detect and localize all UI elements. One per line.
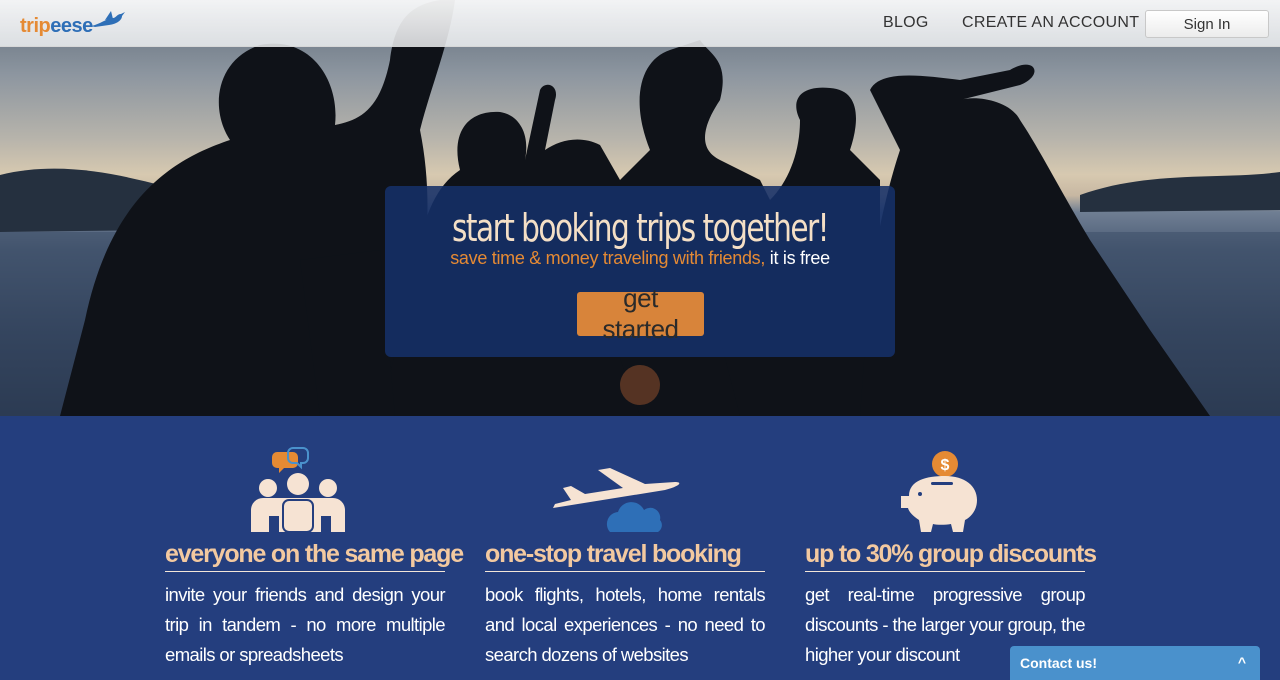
dollar-glyph: $ <box>941 457 950 474</box>
sign-in-button[interactable]: Sign In <box>1145 10 1269 38</box>
tripeese-logo[interactable]: tripeese <box>20 8 127 38</box>
airplane-icon <box>553 468 680 532</box>
chevron-up-icon[interactable]: ^ <box>1238 654 1246 670</box>
feature-description: invite your friends and design your trip… <box>165 584 446 665</box>
contact-us-widget[interactable]: Contact us! ^ <box>1010 646 1260 680</box>
hero-subtitle-highlight: save time & money traveling with friends… <box>450 248 766 268</box>
contact-us-label: Contact us! <box>1020 655 1097 671</box>
nav-blog-link[interactable]: BLOG <box>883 14 929 32</box>
nav-create-account-link[interactable]: CREATE AN ACCOUNT <box>962 14 1139 32</box>
feature-title: everyone on the same page <box>165 540 464 572</box>
group-chat-icon <box>251 447 345 533</box>
hero-subtitle: save time & money traveling with friends… <box>385 248 895 269</box>
logo-wordmark: tripeese <box>20 15 93 37</box>
features-section: everyone on the same page invite your fr… <box>0 416 1280 680</box>
feature-title: one-stop travel booking <box>485 540 765 572</box>
get-started-button[interactable]: get started <box>577 283 704 344</box>
bird-icon <box>90 11 125 27</box>
hero-cta-panel: start booking trips together! save time … <box>385 186 895 357</box>
hero-title: start booking trips together! <box>452 206 830 250</box>
feature-description: book flights, hotels, home rentals and l… <box>485 584 766 665</box>
hero-subtitle-free: it is free <box>765 248 830 268</box>
piggy-bank-icon: $ <box>901 451 977 532</box>
top-navigation-bar: tripeese BLOG CREATE AN ACCOUNT Sign In <box>0 0 1280 47</box>
feature-title: up to 30% group discounts <box>805 540 1097 572</box>
